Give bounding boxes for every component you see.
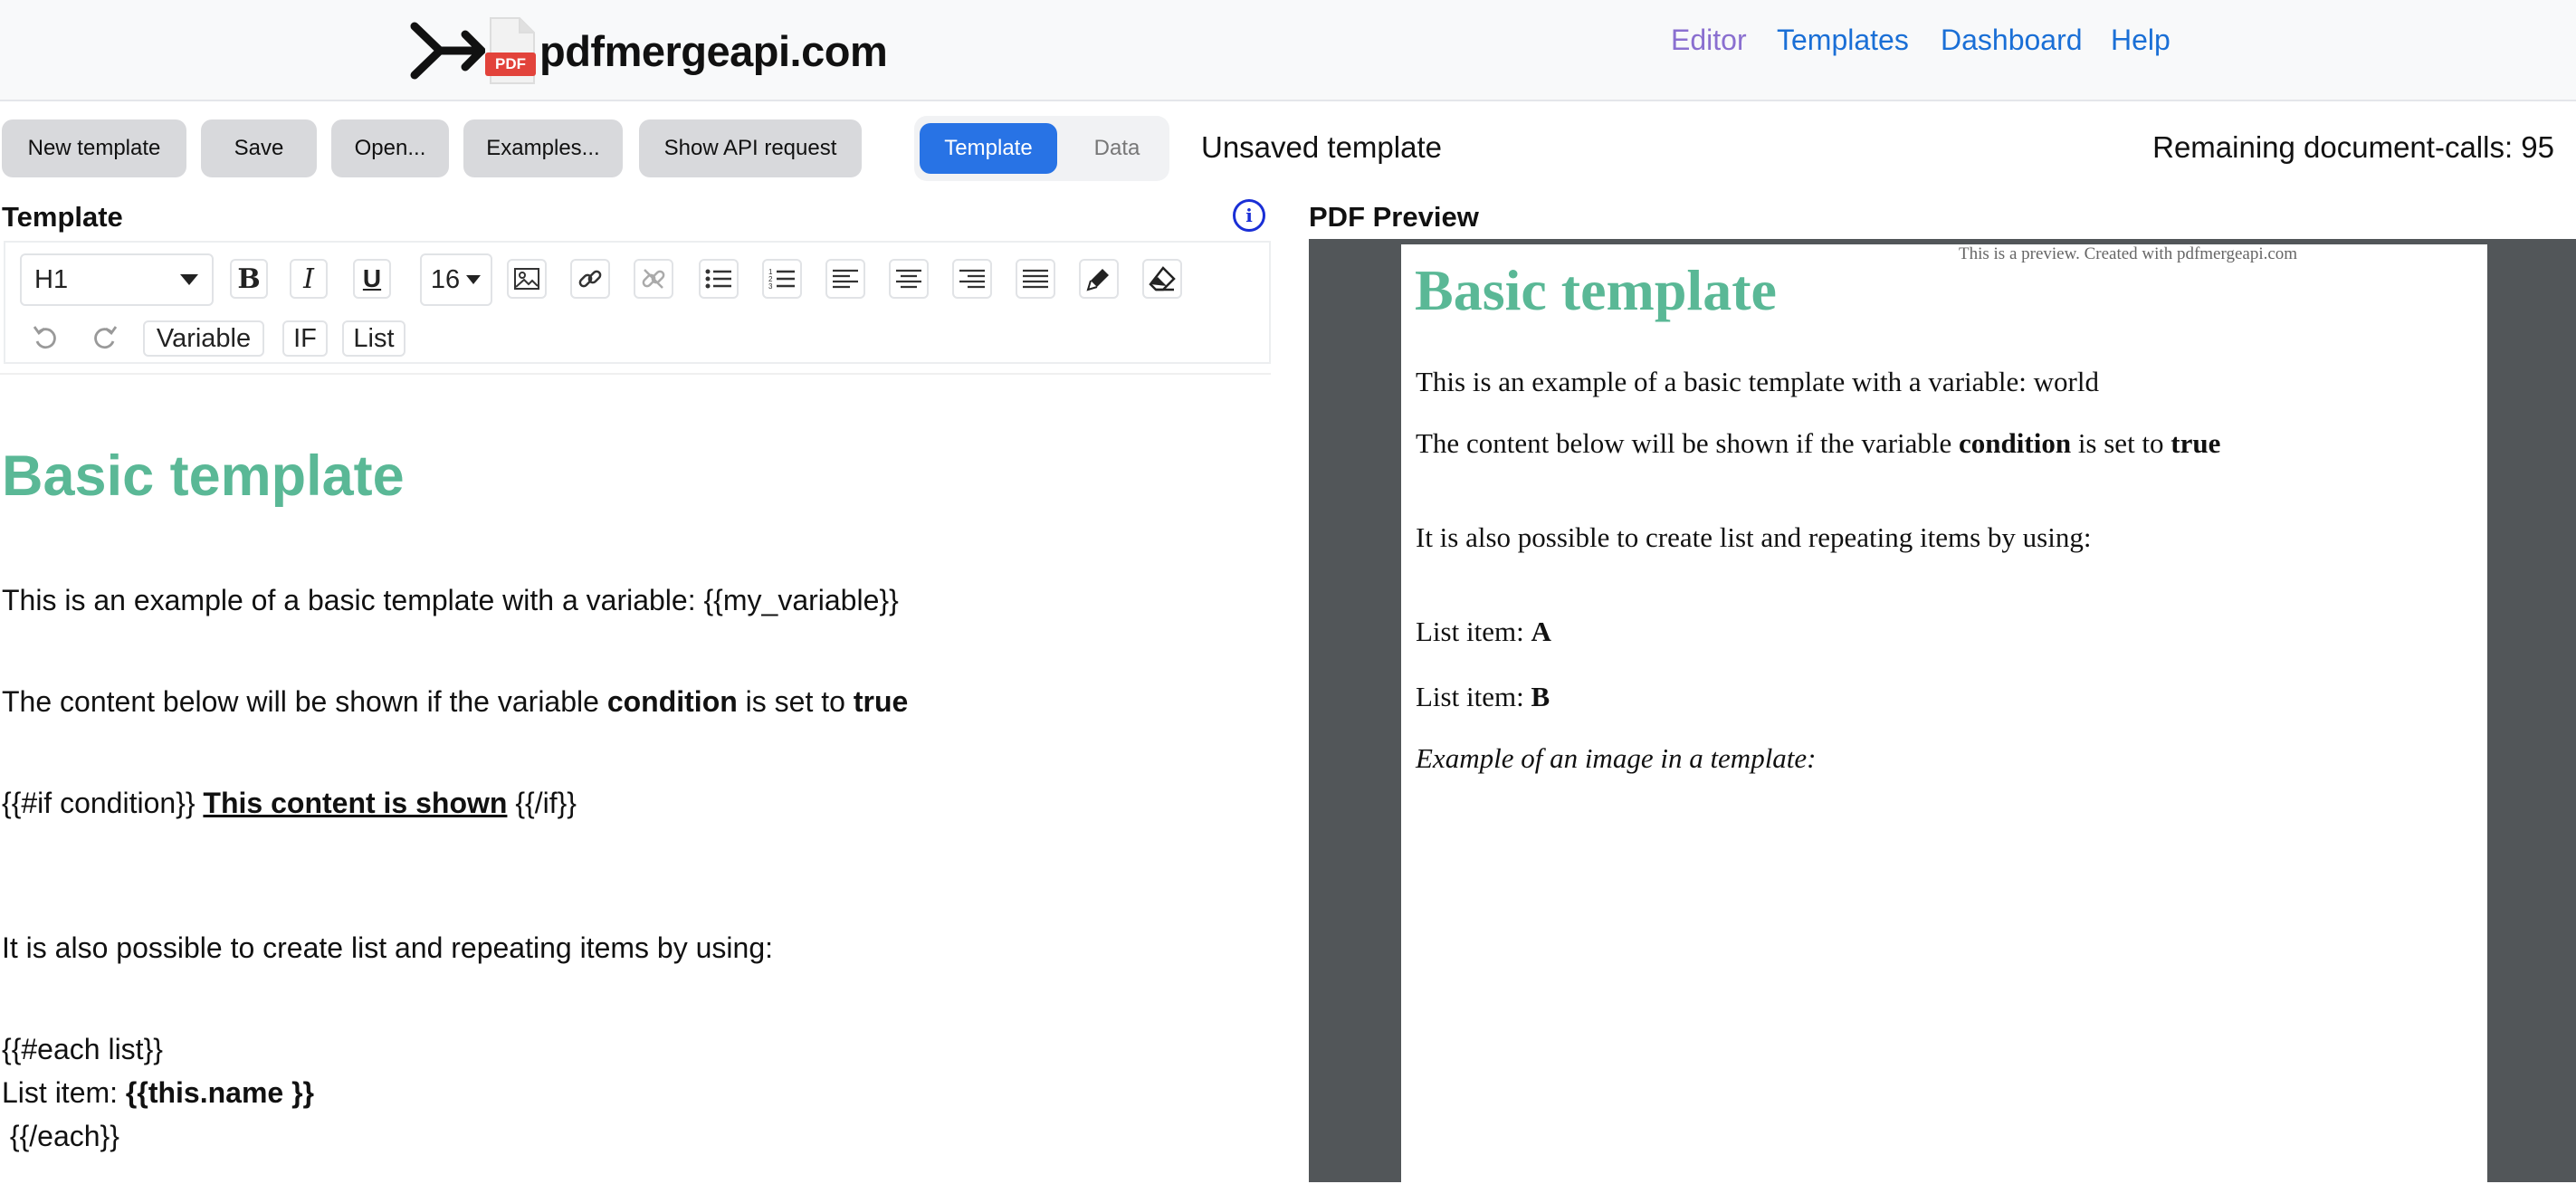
preview-note: This is a preview. Created with pdfmerge… — [1959, 244, 2298, 263]
redo-icon[interactable] — [87, 319, 123, 355]
nav-dashboard[interactable]: Dashboard — [1941, 24, 2083, 57]
examples-button[interactable]: Examples... — [463, 119, 623, 177]
show-api-request-button[interactable]: Show API request — [639, 119, 862, 177]
top-navbar — [0, 0, 2576, 101]
undo-icon[interactable] — [27, 319, 63, 355]
editor-line-list-item: List item: {{this.name }} — [2, 1076, 314, 1109]
editor-toolbar: H1 B I U 16 123 Variable IF List — [4, 241, 1271, 364]
list-button[interactable]: List — [342, 320, 405, 357]
nav-editor[interactable]: Editor — [1671, 24, 1747, 57]
align-center-icon[interactable] — [889, 259, 929, 299]
open-button[interactable]: Open... — [331, 119, 449, 177]
template-panel-title: Template — [2, 201, 123, 233]
link-icon[interactable] — [570, 259, 610, 299]
pdf-preview-title: PDF Preview — [1309, 201, 1479, 233]
font-size-select[interactable]: 16 — [420, 253, 492, 306]
editor-line-list-intro: It is also possible to create list and r… — [2, 931, 773, 964]
nav-help[interactable]: Help — [2111, 24, 2171, 57]
bold-icon[interactable]: B — [230, 259, 268, 299]
editor-heading: Basic template — [2, 444, 405, 508]
editor-line-variable: This is an example of a basic template w… — [2, 584, 899, 616]
chevron-down-icon — [180, 274, 198, 285]
block-style-value: H1 — [34, 264, 69, 294]
pdf-line-list-intro: It is also possible to create list and r… — [1416, 521, 2092, 553]
if-button[interactable]: IF — [282, 320, 328, 357]
new-template-button[interactable]: New template — [2, 119, 186, 177]
logo-text: pdfmergeapi.com — [539, 26, 888, 75]
pdf-list-item-b: List item: B — [1416, 681, 1550, 712]
bullet-list-icon[interactable] — [699, 259, 739, 299]
image-icon[interactable] — [507, 259, 547, 299]
numbered-list-icon[interactable]: 123 — [762, 259, 802, 299]
align-left-icon[interactable] — [825, 259, 865, 299]
editor-line-if-block: {{#if condition}} This content is shown … — [2, 787, 577, 819]
logo-arrow-icon — [410, 22, 485, 80]
italic-icon[interactable]: I — [290, 259, 328, 299]
pdf-file-icon: PDF — [485, 16, 536, 85]
editor-line-each-close: {{/each}} — [2, 1120, 119, 1152]
svg-text:3: 3 — [768, 282, 773, 291]
block-style-select[interactable]: H1 — [20, 253, 214, 306]
align-right-icon[interactable] — [952, 259, 992, 299]
unsaved-status: Unsaved template — [1201, 130, 1442, 164]
editor-line-each-open: {{#each list}} — [2, 1033, 163, 1065]
editor-line-condition: The content below will be shown if the v… — [2, 685, 909, 718]
pdf-line-condition: The content below will be shown if the v… — [1416, 427, 2221, 459]
pdf-image-caption: Example of an image in a template: — [1416, 742, 1817, 774]
info-icon[interactable]: i — [1233, 199, 1265, 232]
pdf-line-variable: This is an example of a basic template w… — [1416, 366, 2099, 397]
variable-button[interactable]: Variable — [143, 320, 264, 357]
unlink-icon[interactable] — [634, 259, 673, 299]
font-size-value: 16 — [430, 264, 461, 294]
align-justify-icon[interactable] — [1016, 259, 1055, 299]
remaining-calls: Remaining document-calls: 95 — [2152, 130, 2554, 164]
logo-badge: PDF — [495, 55, 526, 72]
mode-data-tab[interactable]: Data — [1063, 123, 1171, 174]
highlighter-icon[interactable] — [1079, 259, 1119, 299]
save-button[interactable]: Save — [201, 119, 317, 177]
pdf-heading: Basic template — [1415, 258, 1777, 322]
mode-template-tab[interactable]: Template — [920, 123, 1057, 174]
pdf-list-item-a: List item: A — [1416, 616, 1551, 647]
eraser-icon[interactable] — [1142, 259, 1182, 299]
chevron-down-icon — [466, 275, 482, 284]
nav-templates[interactable]: Templates — [1777, 24, 1909, 57]
underline-icon[interactable]: U — [353, 259, 391, 299]
logo[interactable]: PDF pdfmergeapi.com — [409, 11, 888, 91]
